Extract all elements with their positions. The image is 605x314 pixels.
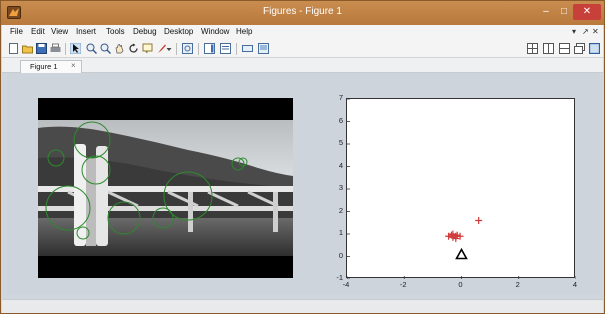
close-figure-icon[interactable]: ✕ — [592, 27, 599, 36]
y-tick-label: 5 — [338, 138, 343, 147]
toolstrip-dropdown-icon[interactable]: ▾ — [572, 27, 576, 36]
open-file-icon[interactable] — [22, 43, 33, 54]
rotate-icon[interactable] — [128, 43, 139, 54]
tile-rows-icon[interactable] — [559, 43, 570, 54]
tile-columns-icon[interactable] — [543, 43, 554, 54]
y-tick-label: 4 — [338, 160, 343, 170]
y-tick-label: 2 — [338, 205, 343, 215]
toolbar-separator — [176, 43, 177, 55]
y-tick-label: 0 — [338, 250, 343, 260]
menu-insert[interactable]: Insert — [76, 27, 96, 36]
menu-file[interactable]: File — [10, 27, 23, 36]
pan-icon[interactable] — [114, 43, 125, 54]
menu-debug[interactable]: Debug — [133, 27, 157, 36]
tab-figure-1[interactable]: Figure 1 × — [20, 60, 82, 73]
y-tick-label: 1 — [338, 228, 343, 237]
data-point-plus — [475, 217, 483, 224]
toolbar-separator — [198, 43, 199, 55]
zoom-out-icon[interactable] — [100, 43, 111, 54]
pointer-icon[interactable] — [70, 43, 81, 54]
x-tick-label: -4 — [342, 280, 350, 289]
y-tick-label: 3 — [338, 183, 343, 192]
x-tick-label: -2 — [399, 280, 407, 289]
data-point-triangle — [455, 247, 468, 260]
menu-view[interactable]: View — [51, 27, 68, 36]
brush-dropdown-icon[interactable] — [166, 43, 172, 54]
save-icon[interactable] — [36, 43, 47, 54]
figure-toolbar — [2, 40, 603, 58]
y-tick-label: 6 — [338, 115, 343, 125]
toolbar-separator — [65, 43, 66, 55]
dock-icon[interactable] — [589, 43, 600, 54]
camera-frame-image — [38, 120, 293, 257]
hide-plot-tools-icon[interactable] — [242, 43, 253, 54]
menu-desktop[interactable]: Desktop — [164, 27, 193, 36]
scatter-plot-axes[interactable] — [346, 98, 576, 279]
y-tick-label: 7 — [338, 93, 343, 102]
x-tick-label: 2 — [515, 280, 520, 289]
camera-image-axes[interactable] — [38, 98, 293, 278]
maximize-button[interactable]: □ — [556, 4, 572, 20]
title-bar[interactable]: Figures - Figure 1 – □ ✕ — [1, 1, 604, 25]
show-plot-tools-icon[interactable] — [258, 43, 269, 54]
toolbar-separator — [236, 43, 237, 55]
print-icon[interactable] — [50, 43, 61, 54]
tile-grid-icon[interactable] — [527, 43, 538, 54]
menu-help[interactable]: Help — [236, 27, 252, 36]
tab-close-icon[interactable]: × — [71, 61, 76, 70]
menu-window[interactable]: Window — [201, 27, 229, 36]
status-bar — [2, 299, 603, 313]
window-title: Figures - Figure 1 — [263, 6, 342, 17]
x-tick-label: 0 — [458, 280, 463, 289]
float-icon[interactable] — [574, 43, 585, 54]
document-tabs: Figure 1 × — [2, 58, 603, 73]
tab-label: Figure 1 — [30, 62, 58, 71]
scatter-plot-svg — [347, 99, 576, 279]
minimize-button[interactable]: – — [538, 4, 554, 20]
insert-legend-icon[interactable] — [220, 43, 231, 54]
zoom-in-icon[interactable] — [86, 43, 97, 54]
undock-icon[interactable]: ↗ — [582, 27, 589, 36]
link-plot-icon[interactable] — [182, 43, 193, 54]
menu-edit[interactable]: Edit — [31, 27, 45, 36]
menu-bar: File Edit View Insert Tools Debug Deskto… — [2, 25, 603, 40]
x-tick-label: 4 — [572, 280, 578, 289]
menu-tools[interactable]: Tools — [106, 27, 125, 36]
new-figure-icon[interactable] — [8, 43, 19, 54]
data-cursor-icon[interactable] — [142, 43, 153, 54]
close-button[interactable]: ✕ — [573, 4, 601, 20]
insert-colorbar-icon[interactable] — [204, 43, 215, 54]
